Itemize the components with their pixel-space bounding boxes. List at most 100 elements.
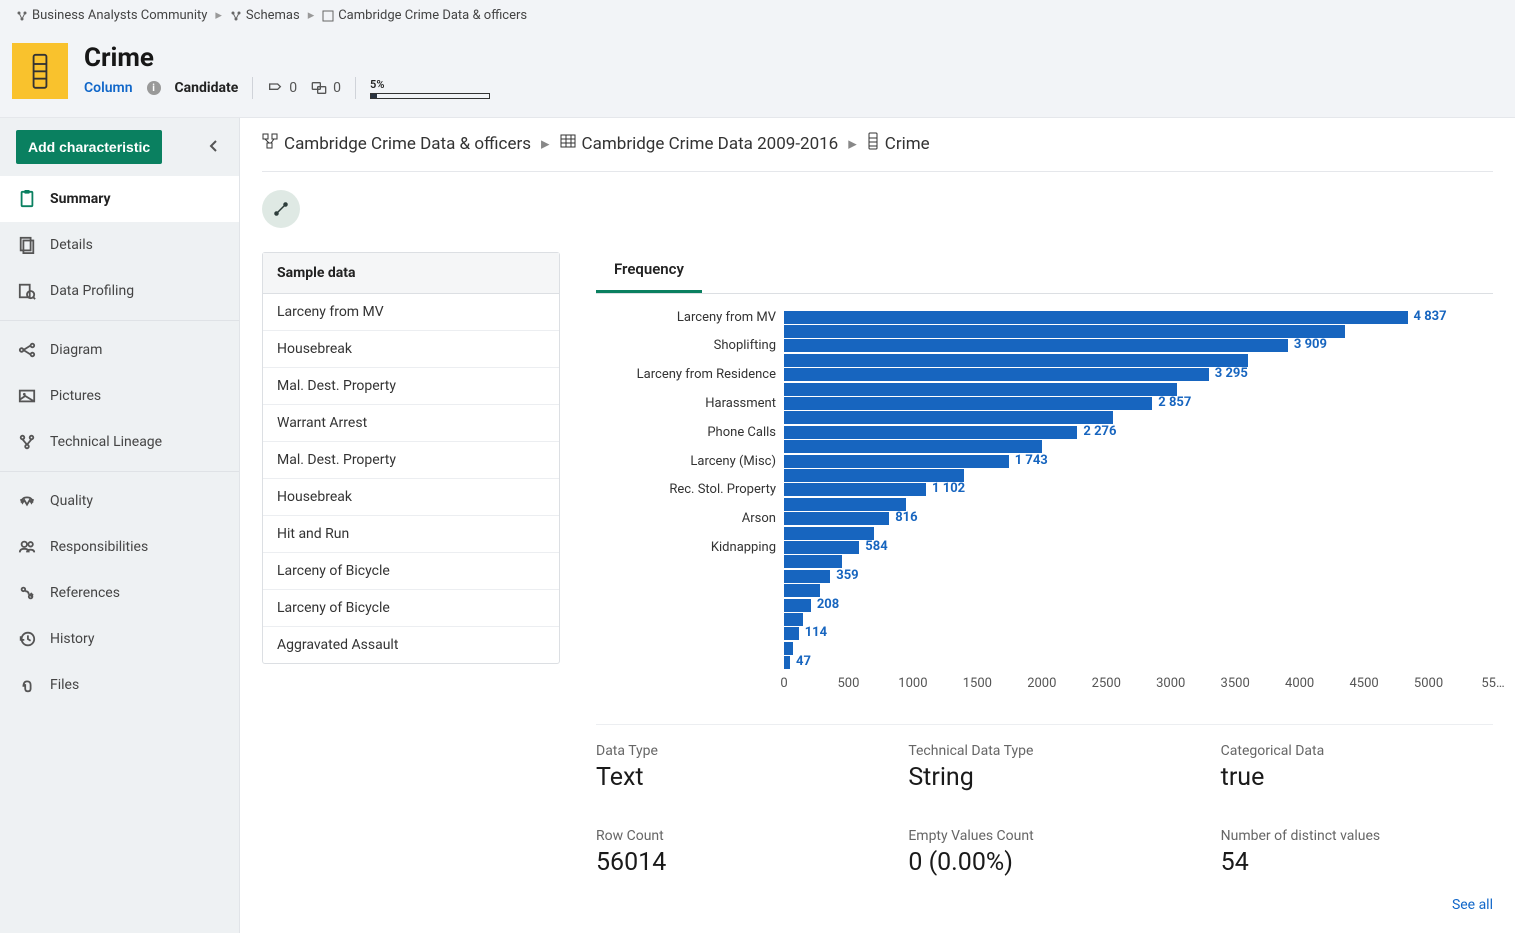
breadcrumb-label: Cambridge Crime Data & officers	[338, 8, 527, 23]
edit-tool-button[interactable]	[262, 190, 300, 228]
sidebar: Add characteristic Summary DetailsData Pr…	[0, 118, 240, 933]
chart-bar-row: Rec. Stol. Property1 102	[596, 483, 1493, 497]
sidebar-item-details[interactable]: Details	[0, 222, 239, 268]
breadcrumb-item[interactable]: Business Analysts Community	[16, 8, 207, 23]
sidebar-item-summary[interactable]: Summary	[0, 176, 239, 222]
completeness-progress: 5%	[370, 78, 490, 99]
sidebar-item-label: History	[50, 631, 95, 647]
tab-frequency[interactable]: Frequency	[596, 252, 702, 293]
x-axis-tick: 4000	[1285, 676, 1314, 691]
stat-block: Data TypeText	[596, 743, 868, 792]
x-axis-tick: 3000	[1156, 676, 1185, 691]
inner-breadcrumb-item[interactable]: Cambridge Crime Data & officers	[262, 133, 531, 154]
lineage-icon	[18, 433, 36, 451]
chart-bar-row	[596, 555, 1493, 569]
chart-bar-row: 114	[596, 627, 1493, 641]
stat-value: 54	[1221, 848, 1493, 877]
breadcrumb-item[interactable]: Cambridge Crime Data & officers	[322, 8, 527, 23]
sample-row: Larceny of Bicycle	[263, 590, 559, 627]
stat-label: Number of distinct values	[1221, 828, 1493, 844]
chart-bar-row	[596, 324, 1493, 338]
stat-value: Text	[596, 763, 868, 792]
x-axis-tick: 2500	[1092, 676, 1121, 691]
stat-label: Row Count	[596, 828, 868, 844]
sidebar-item-lineage[interactable]: Technical Lineage	[0, 419, 239, 465]
quality-icon	[18, 492, 36, 510]
chart-value-label: 1 743	[1015, 453, 1048, 468]
chart-bar-row	[596, 612, 1493, 626]
chart-category-label: Larceny from MV	[596, 310, 784, 325]
chart-category-label: Shoplifting	[596, 338, 784, 353]
chart-value-label: 2 857	[1158, 395, 1191, 410]
stat-block: Number of distinct values 54	[1221, 828, 1493, 877]
stat-value: 0 (0.00%)	[908, 848, 1180, 877]
reply-stat[interactable]: 0	[267, 80, 297, 96]
sample-data-heading: Sample data	[263, 253, 559, 294]
sample-row: Larceny from MV	[263, 294, 559, 331]
profiling-icon	[18, 282, 36, 300]
sidebar-item-history[interactable]: History	[0, 616, 239, 662]
chart-category-label: Kidnapping	[596, 540, 784, 555]
schema-icon	[322, 10, 334, 22]
refs-icon	[18, 584, 36, 602]
chart-category-label: Phone Calls	[596, 425, 784, 440]
sidebar-item-label: Summary	[50, 191, 111, 207]
history-icon	[18, 630, 36, 648]
sample-row: Mal. Dest. Property	[263, 442, 559, 479]
chart-value-label: 47	[796, 654, 811, 669]
x-axis-tick: 1000	[898, 676, 927, 691]
reply-count: 0	[289, 80, 297, 96]
collapse-sidebar-icon[interactable]	[205, 134, 223, 161]
chart-bar-row	[596, 641, 1493, 655]
x-axis-tick: 3500	[1221, 676, 1250, 691]
x-axis-tick: 500	[837, 676, 859, 691]
chart-bar-row: Harassment2 857	[596, 396, 1493, 410]
table-icon	[560, 133, 576, 154]
sample-row: Hit and Run	[263, 516, 559, 553]
inner-breadcrumb-label: Cambridge Crime Data 2009-2016	[582, 134, 839, 154]
chart-bar-row	[596, 468, 1493, 482]
chart-bar-row: 359	[596, 569, 1493, 583]
sidebar-item-label: Pictures	[50, 388, 101, 404]
chart-category-label: Larceny (Misc)	[596, 454, 784, 469]
pictures-icon	[18, 387, 36, 405]
column-type-icon	[12, 43, 68, 99]
sidebar-item-pictures[interactable]: Pictures	[0, 373, 239, 419]
chart-bar-row	[596, 583, 1493, 597]
see-all-link[interactable]: See all	[1452, 897, 1493, 913]
x-axis-tick: 0	[780, 676, 787, 691]
chart-bar-row: Larceny from MV4 837	[596, 310, 1493, 324]
sample-row: Mal. Dest. Property	[263, 368, 559, 405]
progress-label: 5%	[370, 78, 490, 91]
stat-block: Row Count 56014	[596, 828, 868, 877]
sidebar-item-profiling[interactable]: Data Profiling	[0, 268, 239, 314]
sidebar-item-quality[interactable]: Quality	[0, 478, 239, 524]
details-icon	[18, 236, 36, 254]
chart-bar-row: Arson816	[596, 511, 1493, 525]
stat-value: true	[1221, 763, 1493, 792]
sidebar-item-files[interactable]: Files	[0, 662, 239, 708]
info-icon[interactable]: i	[147, 81, 161, 95]
chart-bar-row	[596, 353, 1493, 367]
sidebar-item-label: Quality	[50, 493, 93, 509]
page-title: Crime	[84, 43, 490, 73]
comment-stat[interactable]: 0	[311, 80, 341, 96]
chart-bar-row: Larceny from Residence3 295	[596, 368, 1493, 382]
chart-value-label: 208	[817, 597, 839, 612]
inner-breadcrumb-item[interactable]: Crime	[867, 132, 930, 155]
chart-bar-row: Larceny (Misc) 1 743	[596, 454, 1493, 468]
stat-block: Technical Data TypeString	[908, 743, 1180, 792]
files-icon	[18, 676, 36, 694]
type-link[interactable]: Column	[84, 80, 133, 96]
breadcrumb-item[interactable]: Schemas	[230, 8, 300, 23]
chart-value-label: 114	[805, 625, 827, 640]
add-characteristic-button[interactable]: Add characteristic	[16, 130, 162, 164]
sidebar-item-refs[interactable]: References	[0, 570, 239, 616]
page-head-block: Crime Column i Candidate 0 0 5%	[84, 43, 490, 99]
stat-value: 56014	[596, 848, 868, 877]
sidebar-item-diagram[interactable]: Diagram	[0, 327, 239, 373]
inner-breadcrumb-item[interactable]: Cambridge Crime Data 2009-2016	[560, 133, 839, 154]
sidebar-item-resp[interactable]: Responsibilities	[0, 524, 239, 570]
summary-icon	[18, 190, 36, 208]
sample-row: Housebreak	[263, 479, 559, 516]
